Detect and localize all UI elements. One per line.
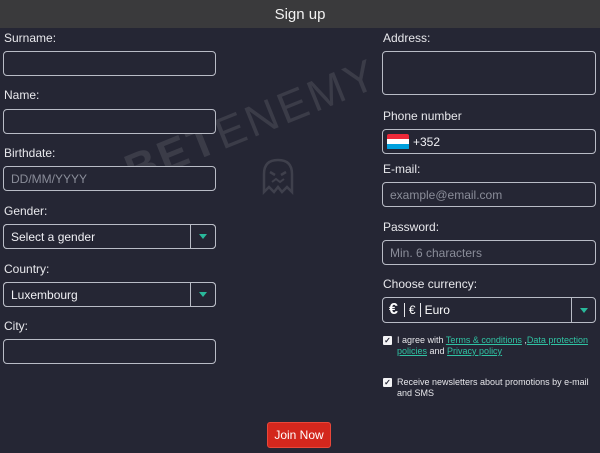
country-select[interactable]: Luxembourg [3, 282, 216, 307]
country-label: Country: [4, 262, 50, 276]
address-label: Address: [383, 31, 431, 45]
password-label: Password: [383, 220, 440, 234]
phone-input[interactable]: +352 [382, 129, 596, 154]
birthdate-label: Birthdate: [4, 146, 56, 160]
birthdate-input[interactable] [3, 166, 216, 191]
country-dropdown-button[interactable] [190, 282, 216, 307]
terms-text: I agree with Terms & conditions ,Data pr… [397, 335, 588, 356]
gender-select[interactable]: Select a gender [3, 224, 216, 249]
gender-dropdown-button[interactable] [190, 224, 216, 249]
terms-agreement: ✓ I agree with Terms & conditions ,Data … [383, 335, 598, 357]
address-input[interactable] [382, 51, 596, 95]
caret-down-icon [199, 292, 207, 297]
currency-divider [403, 303, 405, 317]
password-input[interactable] [382, 240, 596, 265]
ghost-icon [262, 158, 294, 196]
checkmark-icon: ✓ [384, 378, 391, 387]
page-title-text: Sign up [274, 5, 326, 23]
surname-input[interactable] [3, 51, 216, 76]
join-now-button[interactable]: Join Now [267, 422, 331, 448]
newsletter-text: Receive newsletters about promotions by … [397, 377, 589, 398]
caret-down-icon [579, 307, 588, 313]
terms-checkbox[interactable]: ✓ [383, 336, 392, 345]
newsletter-option: ✓ Receive newsletters about promotions b… [383, 377, 598, 399]
currency-dropdown-button[interactable] [571, 298, 595, 322]
checkmark-icon: ✓ [384, 336, 391, 345]
name-input[interactable] [3, 109, 216, 134]
currency-label: Choose currency: [383, 277, 478, 291]
country-select-value: Luxembourg [3, 282, 190, 307]
privacy-policy-link[interactable]: Privacy policy [447, 346, 502, 356]
phone-country-code: +352 [413, 134, 441, 149]
currency-name: Euro [424, 303, 450, 317]
newsletter-checkbox[interactable]: ✓ [383, 378, 392, 387]
surname-label: Surname: [4, 31, 57, 45]
city-label: City: [4, 319, 28, 333]
gender-select-value: Select a gender [3, 224, 190, 249]
page-title: Sign up [0, 0, 600, 28]
euro-icon: € [389, 301, 398, 318]
email-label: E-mail: [383, 162, 421, 176]
city-input[interactable] [3, 339, 216, 364]
phone-label: Phone number [383, 109, 462, 123]
luxembourg-flag-icon[interactable] [387, 133, 409, 150]
caret-down-icon [199, 234, 207, 239]
currency-divider [419, 303, 421, 317]
gender-label: Gender: [4, 204, 48, 218]
name-label: Name: [4, 88, 40, 102]
currency-select[interactable]: € € Euro [382, 297, 596, 323]
terms-link[interactable]: Terms & conditions [446, 335, 522, 345]
currency-symbol: € [408, 303, 416, 317]
email-input[interactable] [382, 182, 596, 207]
